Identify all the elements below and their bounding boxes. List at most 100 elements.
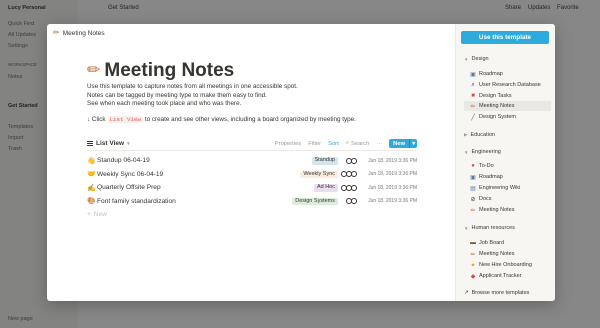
template-label: New Hire Onboarding [479,262,532,268]
template-item[interactable]: ✏ Meeting Notes [467,205,554,215]
row-date: Jun 18, 2019 3:36 PM [368,184,417,191]
category-engineering[interactable]: ▼ Engineering [464,149,501,155]
row-date: Jun 18, 2019 3:36 PM [368,198,417,205]
tasks-icon: ■ [471,93,475,99]
description-line: Notes can be tagged by meeting type to m… [87,91,267,99]
template-label: To-Do [479,163,494,169]
page-description: Use this template to capture notes from … [87,83,298,109]
template-item[interactable]: ● To-Do [467,161,554,171]
category-label: Education [470,132,495,138]
more-button[interactable]: ··· [376,141,382,147]
triangle-down-icon: ▼ [464,149,469,155]
view-label: List View [96,140,125,147]
page-heading: ✏ Meeting Notes [87,60,234,82]
triangle-right-icon: ▶ [464,132,468,137]
template-label: Job Board [479,240,505,246]
template-item[interactable]: ╱ Design System [467,112,554,122]
category-design[interactable]: ▼ Design [464,56,489,62]
template-label: Applicant Tracker [479,273,522,279]
template-item[interactable]: ✏ Meeting Notes [467,249,554,259]
new-button-label[interactable]: New [389,139,410,148]
avatar [351,157,357,164]
description-line: Use this template to capture notes from … [87,83,298,90]
attendee-avatars [346,157,357,164]
chevron-down-icon[interactable]: ▾ [409,139,417,148]
hint-suffix: to create and see other views, including… [144,116,356,123]
meeting-list: 👋 Standup 06-04-19 Standup Jun 18, 2019 … [87,154,417,221]
template-label: Meeting Notes [479,103,515,109]
pencil-icon: ✏ [470,103,476,110]
row-icon: 🤝 [87,171,96,179]
new-button[interactable]: New ▾ [389,139,417,148]
template-item[interactable]: ▬ Job Board [467,238,554,248]
avatar [351,171,357,178]
attendee-avatars [341,184,357,191]
hint-prefix: ↓ Click [87,116,106,123]
view-hint: ↓ Click List View to create and see othe… [87,116,356,123]
applicant-icon: ◆ [470,273,476,280]
browse-templates-link[interactable]: ↗ Browse more templates [464,290,529,296]
template-item[interactable]: ◆ Applicant Tracker [467,271,554,281]
list-item[interactable]: 👋 Standup 06-04-19 Standup Jun 18, 2019 … [87,154,417,168]
description-line: See when each meeting took place and who… [87,100,242,108]
template-label: User Research Database [479,82,541,88]
wiki-icon: ▤ [470,185,476,192]
row-date: Jun 18, 2019 3:36 PM [368,157,417,164]
template-label: Roadmap [479,174,503,180]
template-item[interactable]: ✦ New Hire Onboarding [467,260,554,270]
attendee-avatars [346,198,357,205]
template-item[interactable]: ■ Design Tasks [467,91,554,101]
meeting-type-tag: Standup [311,157,338,165]
template-preview: ✏ Meeting Notes ✏ Meeting Notes Use this… [47,24,455,301]
sparkle-icon: ✦ [470,262,476,269]
briefcase-icon: ▬ [470,240,476,246]
list-item[interactable]: 🤝 Weekly Sync 06-04-19 Weekly Sync Jun 1… [87,168,417,182]
avatar [351,198,357,205]
template-item[interactable]: ▤ Engineering Wiki [467,183,554,193]
meeting-type-tag: Weekly Sync [300,170,338,178]
category-label: Engineering [471,149,501,155]
search-label: Search [350,140,370,147]
use-template-button[interactable]: Use this template [461,31,549,44]
map-icon: ▣ [470,174,476,181]
row-icon: 👋 [87,157,96,165]
browse-label: Browse more templates [471,290,530,296]
search-button[interactable]: ⌕ Search [346,140,370,147]
map-icon: ▣ [470,71,476,78]
list-item[interactable]: ✍️ Quarterly Offsite Prep Ad Hoc Jun 18,… [87,181,417,195]
template-picker: Use this template ▼ Design ▣ Roadmap ⌕ Use… [455,24,555,301]
row-icon: 🎨 [87,198,96,206]
list-item[interactable]: 🎨 Font family standardization Design Sys… [87,195,417,209]
properties-button[interactable]: Properties [275,141,301,147]
page-title: Meeting Notes [104,60,235,81]
filter-button[interactable]: Filter [308,141,321,147]
template-label: Meeting Notes [479,207,515,213]
template-item[interactable]: ▣ Roadmap [467,69,554,79]
row-date: Jun 18, 2019 3:36 PM [368,171,417,178]
category-education[interactable]: ▶ Education [464,132,495,138]
category-label: Design [471,56,489,62]
template-item[interactable]: ▣ Roadmap [467,172,554,182]
template-label: Engineering Wiki [479,185,521,191]
meeting-type-tag: Ad Hoc [313,184,338,192]
template-label: Meeting Notes [479,251,515,257]
category-human-resources[interactable]: ▼ Human resources [464,225,515,231]
template-item-selected[interactable]: ✏ Meeting Notes [464,101,551,111]
sort-button[interactable]: Sort [328,141,339,147]
list-icon [87,141,93,146]
view-selector[interactable]: List View ▾ [87,140,130,147]
add-row-button[interactable]: + New [87,208,417,221]
avatar [351,184,357,191]
plus-icon: + [87,211,91,218]
pencil-icon: ✏ [470,207,476,214]
attendee-avatars [341,171,357,178]
template-label: Docs [479,196,492,202]
template-item[interactable]: ⊘ Docs [467,194,554,204]
category-label: Human resources [471,225,515,231]
pencil-icon: ✏ [53,28,60,37]
breadcrumb: ✏ Meeting Notes [53,29,105,37]
pencil-icon: ✏ [470,251,476,258]
template-item[interactable]: ⌕ User Research Database [467,80,554,90]
brush-icon: ╱ [471,114,475,121]
template-label: Roadmap [479,71,503,77]
